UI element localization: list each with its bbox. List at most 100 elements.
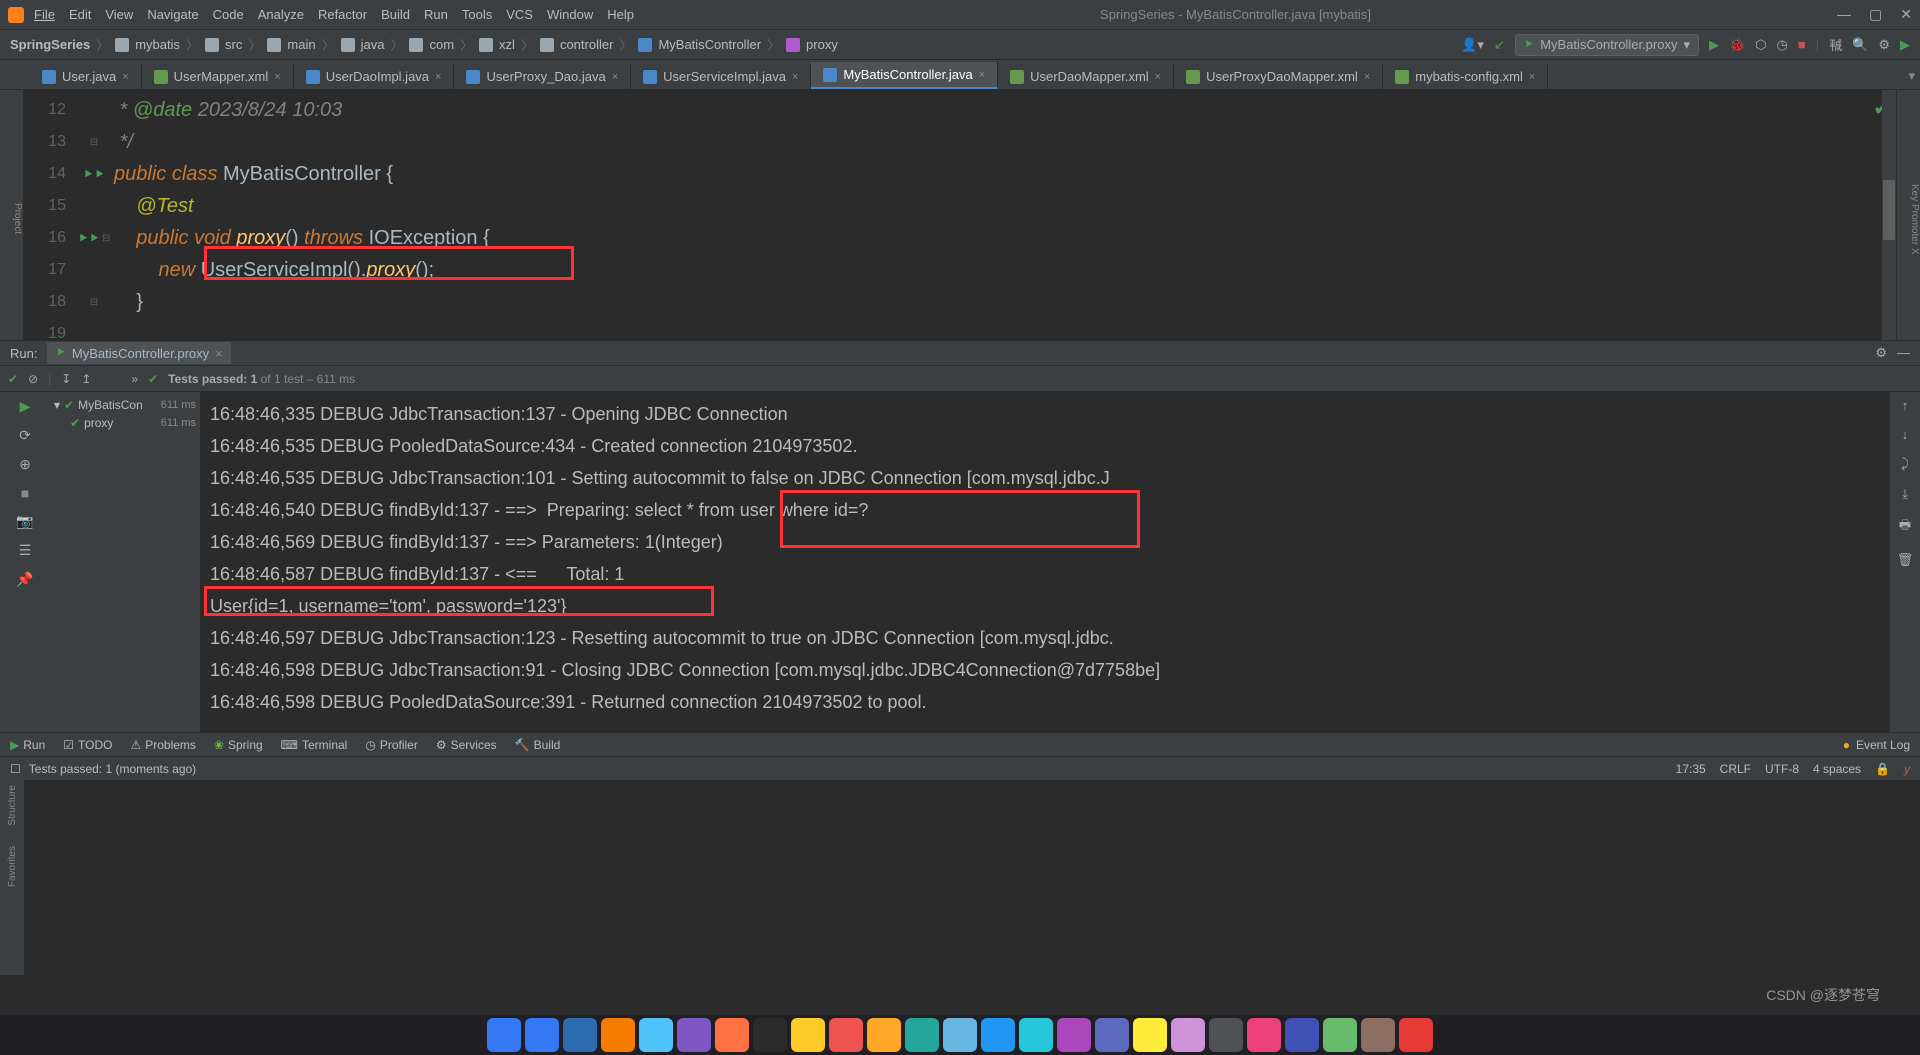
- rerun-icon[interactable]: ▶: [20, 398, 31, 415]
- tool-build[interactable]: 🔨Build: [515, 738, 561, 752]
- fold-icon[interactable]: ⊟: [102, 233, 110, 244]
- menu-edit[interactable]: Edit: [69, 7, 91, 22]
- editor-scrollbar[interactable]: [1882, 90, 1896, 340]
- taskbar-app-icon[interactable]: [1171, 1018, 1205, 1052]
- clear-icon[interactable]: 🗑: [1897, 552, 1914, 568]
- taskbar-app-icon[interactable]: [829, 1018, 863, 1052]
- menu-help[interactable]: Help: [607, 7, 634, 22]
- back-arrow-icon[interactable]: ↙: [1494, 37, 1505, 53]
- tool-terminal[interactable]: ⌨Terminal: [281, 738, 348, 752]
- crumb-root[interactable]: SpringSeries: [10, 37, 90, 52]
- tab-userproxydaomapper[interactable]: UserProxyDaoMapper.xml×: [1174, 64, 1383, 89]
- tool-services[interactable]: ⚙Services: [436, 738, 497, 752]
- crumb[interactable]: proxy: [806, 37, 838, 52]
- taskbar-app-icon[interactable]: [1133, 1018, 1167, 1052]
- taskbar-app-icon[interactable]: [1399, 1018, 1433, 1052]
- tab-usermapper-xml[interactable]: UserMapper.xml×: [142, 64, 294, 89]
- crumb[interactable]: main: [287, 37, 315, 52]
- tab-user-java[interactable]: User.java×: [30, 64, 142, 89]
- taskbar-app-icon[interactable]: [601, 1018, 635, 1052]
- play-store-icon[interactable]: ▶: [1900, 37, 1910, 53]
- tab-close-icon[interactable]: ×: [274, 71, 280, 83]
- add-user-icon[interactable]: 👤▾: [1461, 37, 1484, 53]
- tool-spring[interactable]: ❀Spring: [214, 738, 263, 752]
- menu-run[interactable]: Run: [424, 7, 448, 22]
- console-output[interactable]: 16:48:46,335 DEBUG JdbcTransaction:137 -…: [200, 392, 1890, 732]
- menu-file[interactable]: File: [34, 7, 55, 22]
- taskbar-app-icon[interactable]: [1247, 1018, 1281, 1052]
- test-tree[interactable]: ▾✔MyBatisCon611 ms ✔proxy611 ms: [50, 392, 200, 732]
- run-gutter-icon[interactable]: ⯈⯈: [83, 166, 105, 183]
- menu-code[interactable]: Code: [213, 7, 244, 22]
- print-icon[interactable]: 🖶: [1899, 516, 1911, 538]
- status-line-sep[interactable]: CRLF: [1720, 762, 1751, 776]
- menu-analyze[interactable]: Analyze: [258, 7, 304, 22]
- tab-userserviceimpl[interactable]: UserServiceImpl.java×: [631, 64, 811, 89]
- status-lock-icon[interactable]: 🔒: [1875, 762, 1890, 776]
- menu-refactor[interactable]: Refactor: [318, 7, 367, 22]
- tab-userdaoimpl[interactable]: UserDaoImpl.java×: [294, 64, 455, 89]
- menu-window[interactable]: Window: [547, 7, 593, 22]
- run-config-selector[interactable]: ⯈MyBatisController.proxy▾: [1515, 34, 1699, 56]
- run-button-icon[interactable]: ▶: [1709, 37, 1719, 53]
- taskbar-app-icon[interactable]: [905, 1018, 939, 1052]
- run-gutter-icon[interactable]: ⯈⯈: [78, 230, 100, 247]
- soft-wrap-icon[interactable]: ⤸: [1901, 456, 1909, 472]
- status-encoding[interactable]: UTF-8: [1765, 762, 1799, 776]
- tab-mybatisconfig[interactable]: mybatis-config.xml×: [1383, 64, 1548, 89]
- taskbar-app-icon[interactable]: [1323, 1018, 1357, 1052]
- taskbar-app-icon[interactable]: [1285, 1018, 1319, 1052]
- taskbar-app-icon[interactable]: [563, 1018, 597, 1052]
- taskbar-app-icon[interactable]: [1209, 1018, 1243, 1052]
- gear-icon[interactable]: ⚙: [1878, 37, 1890, 53]
- camera-icon[interactable]: 📷: [16, 513, 33, 530]
- event-log-button[interactable]: Event Log: [1856, 738, 1910, 752]
- menu-vcs[interactable]: VCS: [506, 7, 533, 22]
- sort-down-icon[interactable]: ↧: [61, 372, 71, 386]
- crumb[interactable]: src: [225, 37, 242, 52]
- tab-mybatiscontroller[interactable]: MyBatisController.java×: [811, 62, 998, 89]
- tool-run[interactable]: ▶Run: [10, 738, 45, 752]
- tab-close-icon[interactable]: ×: [1364, 71, 1370, 83]
- structure-tool-button[interactable]: Structure: [7, 785, 18, 826]
- debug-icon[interactable]: ⊕: [19, 456, 31, 473]
- collapse-icon[interactable]: ⊟: [90, 137, 98, 148]
- stop-icon[interactable]: ■: [1798, 37, 1806, 52]
- minimize-icon[interactable]: —: [1837, 6, 1851, 23]
- status-y-icon[interactable]: y: [1904, 762, 1910, 776]
- tool-problems[interactable]: ⚠Problems: [130, 738, 195, 752]
- keypromoter-tool-button[interactable]: Key Promoter X: [1909, 184, 1920, 255]
- sort-up-icon[interactable]: ↥: [81, 372, 91, 386]
- taskbar-app-icon[interactable]: [1361, 1018, 1395, 1052]
- minimize-panel-icon[interactable]: —: [1897, 345, 1910, 361]
- status-menu-icon[interactable]: ☐: [10, 762, 21, 776]
- test-node-root[interactable]: ▾✔MyBatisCon611 ms: [54, 396, 196, 414]
- menu-tools[interactable]: Tools: [462, 7, 492, 22]
- profile-icon[interactable]: ◷: [1777, 37, 1788, 53]
- taskbar-app-icon[interactable]: [943, 1018, 977, 1052]
- pin-icon[interactable]: 📌: [16, 571, 33, 588]
- code-editor[interactable]: 12 * @date 2023/8/24 10:03 13⊟ */ 14⯈⯈pu…: [24, 90, 1896, 340]
- scroll-up-icon[interactable]: ↑: [1902, 398, 1909, 413]
- crumb[interactable]: controller: [560, 37, 613, 52]
- tool-profiler[interactable]: ◷Profiler: [365, 738, 418, 752]
- tab-close-icon[interactable]: ×: [435, 71, 441, 83]
- project-tool-button[interactable]: Project: [12, 203, 23, 234]
- close-icon[interactable]: ✕: [1900, 6, 1912, 23]
- taskbar-app-icon[interactable]: [1019, 1018, 1053, 1052]
- taskbar-app-icon[interactable]: [867, 1018, 901, 1052]
- crumb[interactable]: xzl: [499, 37, 515, 52]
- breadcrumb[interactable]: SpringSeries〉 mybatis〉 src〉 main〉 java〉 …: [10, 35, 838, 54]
- tab-close-icon[interactable]: ×: [979, 69, 985, 81]
- crumb[interactable]: java: [361, 37, 385, 52]
- taskbar-app-icon[interactable]: [487, 1018, 521, 1052]
- test-node-proxy[interactable]: ✔proxy611 ms: [54, 414, 196, 432]
- tool-todo[interactable]: ☑TODO: [63, 738, 112, 752]
- taskbar-app-icon[interactable]: [1095, 1018, 1129, 1052]
- taskbar-app-icon[interactable]: [639, 1018, 673, 1052]
- tab-close-icon[interactable]: ×: [612, 71, 618, 83]
- tab-userdaomapper[interactable]: UserDaoMapper.xml×: [998, 64, 1174, 89]
- taskbar-app-icon[interactable]: [525, 1018, 559, 1052]
- tab-close-icon[interactable]: ×: [1529, 71, 1535, 83]
- crumb[interactable]: MyBatisController: [658, 37, 761, 52]
